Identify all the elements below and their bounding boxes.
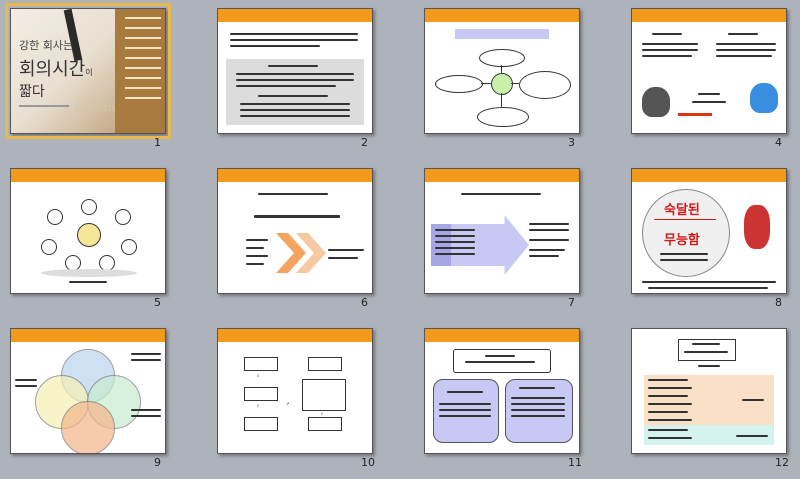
slide-thumbnail-2[interactable]: 2 (207, 0, 405, 158)
slide-header-bar (425, 329, 579, 342)
slide-thumbnail-1[interactable]: 강한 회사는 회의시간이 짧다 Effective 1 (0, 0, 198, 158)
slide-number: 12 (775, 456, 789, 469)
slide-number: 10 (361, 456, 375, 469)
slide-1-title-big: 회의시간이 (19, 59, 93, 80)
slide-number: 6 (361, 296, 368, 309)
slide-thumbnail-7[interactable]: 7 (414, 160, 612, 318)
slide-number: 9 (154, 456, 161, 469)
slide-thumbnail-11[interactable]: 11 (414, 320, 612, 478)
slide-number: 7 (568, 296, 575, 309)
slide-7-preview (424, 168, 580, 294)
slide-thumbnail-5[interactable]: 5 (0, 160, 198, 318)
slide-header-bar (632, 169, 786, 182)
slide-1-title-line3: 짧다 (19, 84, 45, 100)
highlight-text (678, 113, 712, 116)
slide-number: 3 (568, 136, 575, 149)
character-illustration (744, 205, 770, 249)
slide-thumbnail-8[interactable]: 숙달된 무능함 8 (621, 160, 800, 318)
slide-4-preview (631, 8, 787, 134)
slide-header-bar (218, 329, 372, 342)
slide-1-preview: 강한 회사는 회의시간이 짧다 Effective (5, 3, 171, 139)
slide-thumbnail-10[interactable]: ⇩ ⇩ ⇩ ⇗ 10 (207, 320, 405, 478)
slide-thumbnail-12[interactable]: 12 (621, 320, 800, 478)
slide-11-preview (424, 328, 580, 454)
slide-header-bar (425, 9, 579, 22)
slide-10-preview: ⇩ ⇩ ⇩ ⇗ (217, 328, 373, 454)
slide-thumbnail-4[interactable]: 4 (621, 0, 800, 158)
slide-2-preview (217, 8, 373, 134)
concept-word-1: 숙달된 (664, 203, 700, 218)
slide-number: 4 (775, 136, 782, 149)
slide-6-preview (217, 168, 373, 294)
slide-9-preview (10, 328, 166, 454)
slide-12-preview (631, 328, 787, 454)
slide-header-bar (425, 169, 579, 182)
slide-header-bar (632, 9, 786, 22)
slide-1-subtitle-line (19, 105, 69, 107)
slide-header-bar (218, 169, 372, 182)
character-illustration-right (750, 83, 778, 113)
slide-5-preview (10, 168, 166, 294)
slide-thumbnail-6[interactable]: 6 (207, 160, 405, 318)
slide-header-bar (218, 9, 372, 22)
slide-number: 2 (361, 136, 368, 149)
slide-1-menu-panel (115, 9, 165, 133)
slide-header-bar (11, 329, 165, 342)
slide-number: 5 (154, 296, 161, 309)
slide-header-bar (11, 169, 165, 182)
slide-number: 8 (775, 296, 782, 309)
slide-number: 1 (154, 136, 161, 149)
slide-8-preview: 숙달된 무능함 (631, 168, 787, 294)
pen-illustration (63, 9, 83, 62)
slide-3-preview (424, 8, 580, 134)
slide-number: 11 (568, 456, 582, 469)
character-illustration-left (642, 87, 670, 117)
slide-1-title-small: 강한 회사는 (19, 39, 74, 52)
concept-word-2: 무능함 (664, 233, 700, 248)
slide-thumbnail-3[interactable]: 3 (414, 0, 612, 158)
slide-thumbnail-9[interactable]: 9 (0, 320, 198, 478)
